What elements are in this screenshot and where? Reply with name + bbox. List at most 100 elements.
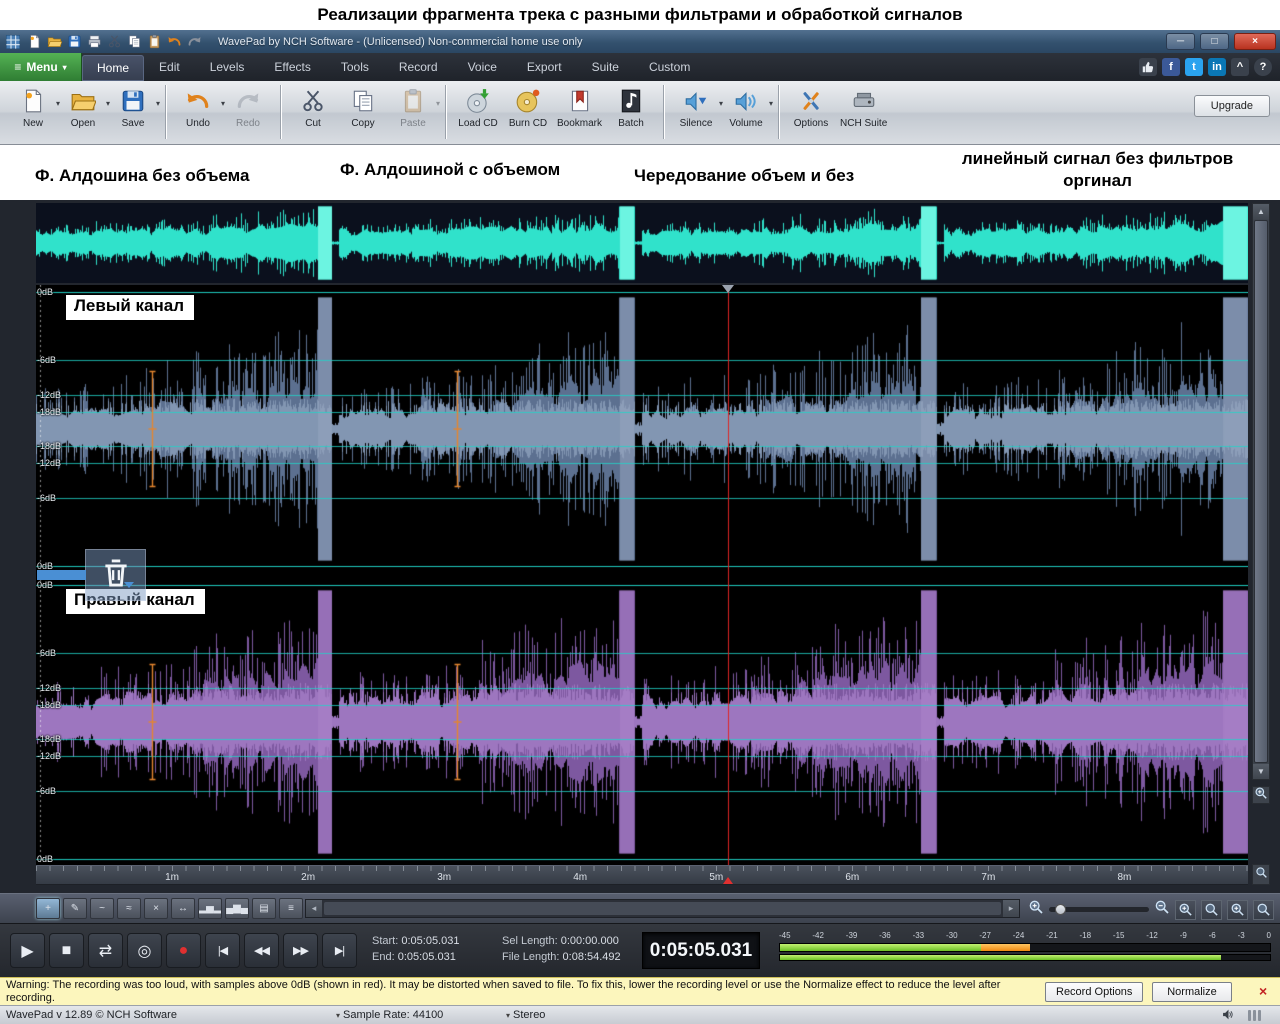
chevron-down-icon[interactable]: ▾ xyxy=(769,99,773,108)
playhead-handle[interactable] xyxy=(722,285,734,299)
timeline-zoom-button[interactable] xyxy=(1252,864,1270,885)
stretch-tool[interactable]: ↔ xyxy=(171,898,195,919)
toolbar-burn-cd-button[interactable]: Burn CD xyxy=(503,84,553,142)
record-button[interactable]: ● xyxy=(166,933,201,968)
add-marker-tool[interactable]: + xyxy=(36,898,60,919)
toolbar-options-button[interactable]: Options xyxy=(786,84,836,142)
loop-button[interactable]: ⇄ xyxy=(88,933,123,968)
undo-arrow-icon[interactable] xyxy=(165,33,183,51)
skip-to-start-button[interactable]: |◀ xyxy=(205,933,240,968)
new-file-icon[interactable] xyxy=(25,33,43,51)
menu-button[interactable]: ≡ Menu ▾ xyxy=(0,53,82,81)
open-folder-icon[interactable] xyxy=(45,33,63,51)
rewind-button[interactable]: ◀◀ xyxy=(244,933,279,968)
zoom-slider[interactable] xyxy=(1049,904,1149,915)
skip-to-end-button[interactable]: ▶| xyxy=(322,933,357,968)
fast-forward-button[interactable]: ▶▶ xyxy=(283,933,318,968)
close-button[interactable]: × xyxy=(1234,33,1276,50)
crossfade-tool[interactable]: × xyxy=(144,898,168,919)
tab-export[interactable]: Export xyxy=(512,53,577,81)
stats-tool[interactable]: ▤ xyxy=(252,898,276,919)
like-icon[interactable] xyxy=(1139,58,1157,76)
tab-voice[interactable]: Voice xyxy=(453,53,512,81)
linkedin-icon[interactable]: in xyxy=(1208,58,1226,76)
tab-effects[interactable]: Effects xyxy=(259,53,325,81)
scroll-right-icon[interactable]: ▸ xyxy=(1003,900,1019,917)
normalize-button[interactable]: Normalize xyxy=(1152,982,1232,1002)
toolbar-batch-button[interactable]: Batch xyxy=(606,84,656,142)
copy-icon[interactable] xyxy=(125,33,143,51)
main-waveform[interactable] xyxy=(36,285,1248,865)
speaker-icon[interactable] xyxy=(1222,1008,1235,1024)
collapse-ribbon-icon[interactable]: ^ xyxy=(1231,58,1249,76)
scroll-left-icon[interactable]: ◂ xyxy=(306,900,322,917)
horizontal-scrollbar[interactable]: ◂ ▸ xyxy=(305,899,1020,918)
toolbar-new-button[interactable]: ▾ New xyxy=(8,84,60,142)
vertical-scrollbar[interactable]: ▲ ▼ xyxy=(1252,203,1270,780)
help-icon[interactable]: ? xyxy=(1254,58,1272,76)
toolbar-copy-button[interactable]: Copy xyxy=(338,84,388,142)
vertical-zoom-button[interactable] xyxy=(1252,786,1270,804)
tab-tools[interactable]: Tools xyxy=(326,53,384,81)
facebook-icon[interactable]: f xyxy=(1162,58,1180,76)
drag-selection-bar[interactable] xyxy=(37,570,86,580)
upgrade-button[interactable]: Upgrade xyxy=(1193,95,1270,117)
zoom-in-icon[interactable] xyxy=(1028,899,1044,920)
tab-home[interactable]: Home xyxy=(82,55,145,81)
sample-rate-dropdown[interactable]: ▾ Sample Rate: 44100 xyxy=(336,1009,443,1021)
toolbar-volume-button[interactable]: ▾ Volume xyxy=(721,84,773,142)
zoom-out-icon[interactable] xyxy=(1154,899,1170,920)
cut-icon[interactable] xyxy=(105,33,123,51)
play-button[interactable]: ▶ xyxy=(10,933,45,968)
zoom-slider-knob[interactable] xyxy=(1055,904,1066,915)
toolbar-nch-suite-button[interactable]: NCH Suite xyxy=(836,84,891,142)
toolbar-button-label: Bookmark xyxy=(557,118,603,129)
twitter-icon[interactable]: t xyxy=(1185,58,1203,76)
tab-levels[interactable]: Levels xyxy=(195,53,260,81)
zoom-out-button[interactable] xyxy=(1253,899,1274,920)
vertical-scrollbar-thumb[interactable] xyxy=(1254,220,1268,763)
toolbar-open-button[interactable]: ▾ Open xyxy=(58,84,110,142)
warning-close-icon[interactable]: × xyxy=(1259,983,1267,999)
tab-edit[interactable]: Edit xyxy=(144,53,195,81)
smooth-tool[interactable]: ~ xyxy=(90,898,114,919)
toolbar-undo-button[interactable]: ▾ Undo xyxy=(173,84,225,142)
scroll-down-icon[interactable]: ▼ xyxy=(1253,764,1269,779)
draw-tool[interactable]: ✎ xyxy=(63,898,87,919)
toolbar-bookmark-button[interactable]: Bookmark xyxy=(553,84,606,142)
record-monitor-button[interactable]: ◎ xyxy=(127,933,162,968)
channel-mode-dropdown[interactable]: ▾ Stereo xyxy=(506,1009,545,1021)
record-options-button[interactable]: Record Options xyxy=(1045,982,1144,1002)
print-icon[interactable] xyxy=(85,33,103,51)
zoom-in-button[interactable] xyxy=(1175,899,1196,920)
toolbar-cut-button[interactable]: Cut xyxy=(288,84,338,142)
tab-custom[interactable]: Custom xyxy=(634,53,705,81)
amplify-tool[interactable]: ▂▅▂ xyxy=(198,898,222,919)
timeline-ruler[interactable]: 1m 2m 3m 4m 5m 6m 7m 8m xyxy=(36,865,1248,885)
clipboard-icon[interactable] xyxy=(145,33,163,51)
zoom-selection-button[interactable] xyxy=(1201,899,1222,920)
zoom-full-button[interactable] xyxy=(1227,899,1248,920)
horizontal-scrollbar-thumb[interactable] xyxy=(324,902,1001,915)
scroll-up-icon[interactable]: ▲ xyxy=(1253,204,1269,219)
envelope-tool[interactable]: ≈ xyxy=(117,898,141,919)
chevron-down-icon[interactable]: ▾ xyxy=(156,99,160,108)
delete-drag-overlay[interactable] xyxy=(85,549,146,601)
volume-grip-icon[interactable] xyxy=(1248,1010,1261,1021)
stop-button[interactable]: ■ xyxy=(49,933,84,968)
status-bar: WavePad v 12.89 © NCH Software ▾ Sample R… xyxy=(0,1005,1280,1024)
list-tool[interactable]: ≡ xyxy=(279,898,303,919)
overview-waveform[interactable] xyxy=(36,203,1248,283)
minimize-button[interactable]: ─ xyxy=(1166,33,1195,50)
maximize-button[interactable]: □ xyxy=(1200,33,1229,50)
normalize-tool[interactable]: ▄▆▄ xyxy=(225,898,249,919)
toolbar-save-button[interactable]: ▾ Save xyxy=(108,84,160,142)
chevron-down-icon[interactable]: ▾ xyxy=(436,99,440,108)
tab-suite[interactable]: Suite xyxy=(577,53,634,81)
timeline-playhead-marker[interactable] xyxy=(722,872,733,884)
toolbar-load-cd-button[interactable]: Load CD xyxy=(453,84,503,142)
toolbar-silence-button[interactable]: ▾ Silence xyxy=(671,84,723,142)
tab-record[interactable]: Record xyxy=(384,53,453,81)
redo-arrow-icon[interactable] xyxy=(185,33,203,51)
save-disk-icon[interactable] xyxy=(65,33,83,51)
